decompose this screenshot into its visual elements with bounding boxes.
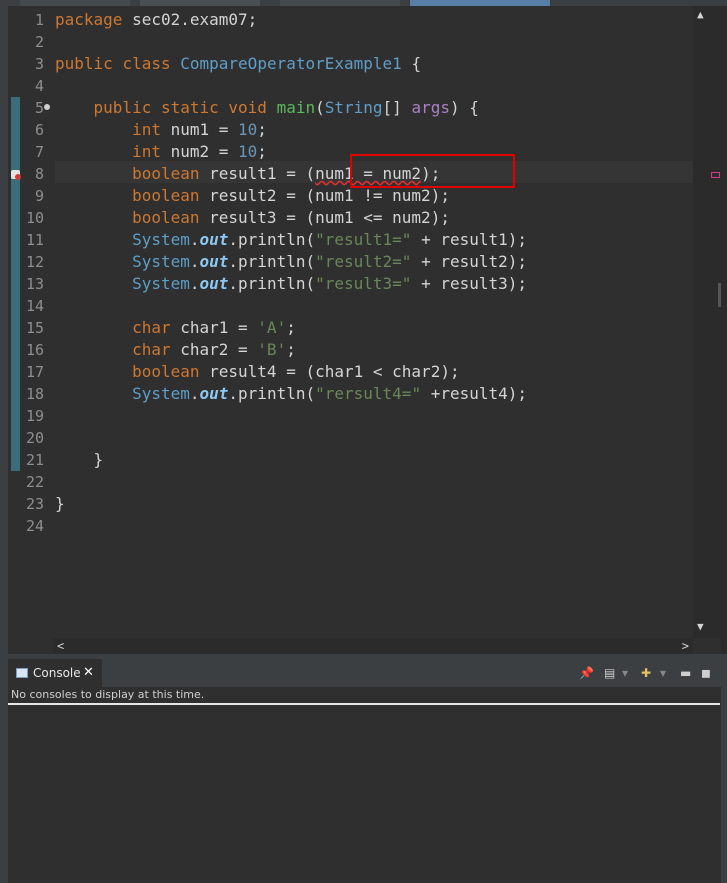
tab-console[interactable]: Console ✕: [8, 659, 102, 687]
line-number: 3: [34, 55, 44, 73]
code-line-6: int num1 = 10;: [132, 120, 267, 139]
code-editor[interactable]: 1 2 3 4 5 6 7 8 9 10 11 12 13 14 15 16 1…: [8, 6, 721, 654]
code-line-23: }: [55, 494, 65, 513]
chevron-down-icon[interactable]: ▾: [660, 667, 666, 679]
error-highlight-box: [350, 154, 515, 188]
line-number: 2: [34, 33, 44, 51]
line-number: 12: [25, 253, 44, 271]
open-console-icon[interactable]: ✚: [641, 667, 651, 679]
console-toolbar: Console ✕ 📌 ▤ ▾ ✚ ▾ ▬ ◼: [8, 659, 722, 687]
line-number: 24: [25, 517, 44, 535]
console-divider: [8, 703, 720, 705]
line-number: 15: [25, 319, 44, 337]
line-number: 22: [25, 473, 44, 491]
code-line-16: char char2 = 'B';: [132, 340, 296, 359]
code-line-15: char char1 = 'A';: [132, 318, 296, 337]
code-line-18: System.out.println("rersult4=" +result4)…: [132, 384, 528, 403]
line-number: 6: [34, 121, 44, 139]
line-number: 13: [25, 275, 44, 293]
horizontal-scrollbar[interactable]: < >: [53, 638, 693, 654]
display-console-icon[interactable]: ▤: [604, 667, 615, 679]
console-tab-label: Console: [33, 666, 81, 680]
overview-error-marker[interactable]: [711, 172, 720, 178]
left-side-strip: [0, 6, 8, 883]
line-number: 18: [25, 385, 44, 403]
code-line-12: System.out.println("result2=" + result2)…: [132, 252, 528, 271]
line-number: 1: [34, 11, 44, 29]
scroll-right-arrow-icon[interactable]: >: [682, 638, 689, 654]
code-line-21: }: [93, 450, 104, 469]
error-marker-icon[interactable]: [11, 170, 21, 180]
scroll-left-arrow-icon[interactable]: <: [57, 638, 64, 654]
console-icon: [16, 668, 28, 678]
line-number: 7: [34, 143, 44, 161]
scroll-down-arrow-icon[interactable]: ▼: [697, 620, 704, 633]
line-number: 23: [25, 495, 44, 513]
pin-console-icon[interactable]: 📌: [579, 667, 594, 679]
right-edge-strip: [721, 659, 727, 883]
code-line-7: int num2 = 10;: [132, 142, 267, 161]
line-number: 9: [34, 187, 44, 205]
code-line-11: System.out.println("result1=" + result1)…: [132, 230, 528, 249]
code-line-10: boolean result3 = (num1 <= num2);: [132, 208, 450, 227]
fold-collapse-icon[interactable]: [44, 104, 50, 110]
change-indicator-bar: [11, 97, 20, 471]
line-number: 14: [25, 297, 44, 315]
overview-ruler-mark: [718, 283, 721, 307]
code-line-3: public class CompareOperatorExample1 {: [55, 54, 422, 73]
line-number: 5: [34, 99, 44, 117]
maximize-icon[interactable]: ◼: [701, 667, 711, 679]
close-icon[interactable]: ✕: [83, 659, 94, 687]
code-line-1: package sec02.exam07;: [55, 10, 258, 29]
line-number: 16: [25, 341, 44, 359]
code-line-9: boolean result2 = (num1 != num2);: [132, 186, 450, 205]
line-number-gutter: 1 2 3 4 5 6 7 8 9 10 11 12 13 14 15 16 1…: [8, 6, 53, 638]
chevron-down-icon[interactable]: ▾: [622, 667, 628, 679]
code-line-17: boolean result4 = (char1 < char2);: [132, 362, 460, 381]
line-number: 20: [25, 429, 44, 447]
line-number: 10: [25, 209, 44, 227]
line-number: 21: [25, 451, 44, 469]
scroll-up-arrow-icon[interactable]: ▲: [697, 8, 704, 21]
vertical-scrollbar[interactable]: ▲ ▼: [693, 6, 721, 638]
line-number: 8: [34, 165, 44, 183]
console-panel: Console ✕ 📌 ▤ ▾ ✚ ▾ ▬ ◼ No consoles to d…: [8, 659, 722, 883]
console-empty-message: No consoles to display at this time.: [11, 688, 205, 701]
line-number: 11: [25, 231, 44, 249]
line-number: 19: [25, 407, 44, 425]
code-line-13: System.out.println("result3=" + result3)…: [132, 274, 528, 293]
minimize-icon[interactable]: ▬: [680, 667, 691, 679]
line-number: 4: [34, 77, 44, 95]
line-number: 17: [25, 363, 44, 381]
code-line-5: public static void main(String[] args) {: [93, 98, 479, 117]
code-area[interactable]: package sec02.exam07; public class Compa…: [55, 6, 693, 638]
